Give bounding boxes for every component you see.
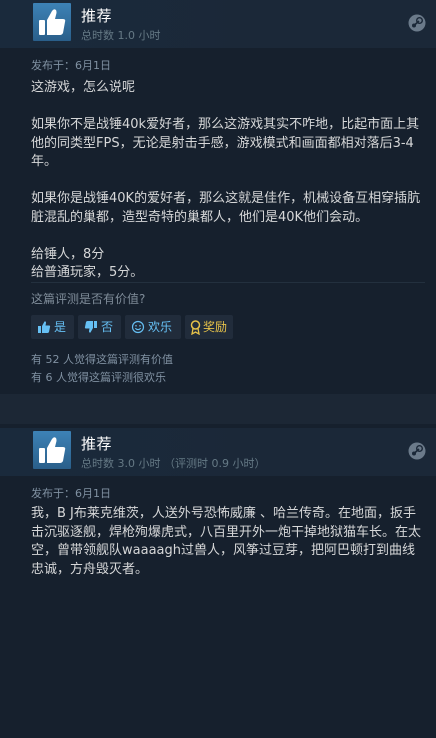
thumbs-up-icon (39, 437, 66, 463)
vote-yes-label: 是 (54, 320, 67, 334)
post-date: 发布于：6月1日 (31, 59, 111, 72)
review-verdict: 推荐 (81, 435, 113, 453)
vote-funny-label: 欢乐 (148, 320, 173, 334)
review-header[interactable]: 推荐 总时数 1.0 小时 (0, 0, 436, 48)
divider (31, 282, 425, 283)
review-text: 这游戏，怎么说呢 如果你不是战锤40k爱好者，那么这游戏其实不咋地，比起市面上其… (31, 79, 423, 283)
helpful-question: 这篇评测是否有价值? (31, 292, 146, 306)
playtime: 总时数 3.0 小时 （评测时 0.9 小时） (81, 457, 266, 470)
review-paragraph: 给锤人，8分 给普通玩家，5分。 (31, 246, 144, 281)
steam-icon (408, 14, 426, 32)
review-card: 推荐 总时数 3.0 小时 （评测时 0.9 小时） 发布于：6月1日 我，B … (0, 424, 436, 738)
review-verdict: 推荐 (81, 7, 113, 25)
award-label: 奖励 (203, 320, 228, 334)
recommended-thumb (33, 431, 71, 469)
award-button[interactable]: 奖励 (185, 315, 233, 339)
review-text: 我，B J布莱克维茨，人送外号恐怖威廉 、哈兰传奇。在地面，扳手击沉驱逐舰，焊枪… (31, 505, 423, 579)
review-separator (0, 394, 436, 424)
award-icon (189, 319, 202, 335)
funny-count: 有 6 人觉得这篇评测很欢乐 (31, 371, 166, 384)
smiley-icon (131, 320, 145, 334)
vote-no-button[interactable]: 否 (78, 315, 121, 339)
review-paragraph: 我，B J布莱克维茨，人送外号恐怖威廉 、哈兰传奇。在地面，扳手击沉驱逐舰，焊枪… (31, 506, 422, 577)
helpful-count: 有 52 人觉得这篇评测有价值 (31, 353, 173, 366)
review-paragraph: 如果你是战锤40K的爱好者，那么这就是佳作，机械设备互相穿插肮脏混乱的巢都，造型… (31, 191, 421, 225)
thumbs-up-icon (37, 320, 51, 334)
vote-no-label: 否 (101, 320, 114, 334)
review-paragraph: 如果你不是战锤40k爱好者，那么这游戏其实不咋地，比起市面上其他的同类型FPS，… (31, 117, 420, 169)
playtime: 总时数 1.0 小时 (81, 29, 161, 42)
post-date: 发布于：6月1日 (31, 487, 111, 500)
thumbs-up-icon (39, 9, 66, 35)
review-card: 推荐 总时数 1.0 小时 发布于：6月1日 这游戏，怎么说呢 如果你不是战锤4… (0, 0, 436, 394)
review-header[interactable]: 推荐 总时数 3.0 小时 （评测时 0.9 小时） (0, 428, 436, 476)
steam-icon (408, 442, 426, 460)
review-paragraph: 这游戏，怎么说呢 (31, 80, 136, 95)
vote-yes-button[interactable]: 是 (31, 315, 74, 339)
recommended-thumb (33, 3, 71, 41)
vote-funny-button[interactable]: 欢乐 (125, 315, 181, 339)
thumbs-down-icon (84, 320, 98, 334)
